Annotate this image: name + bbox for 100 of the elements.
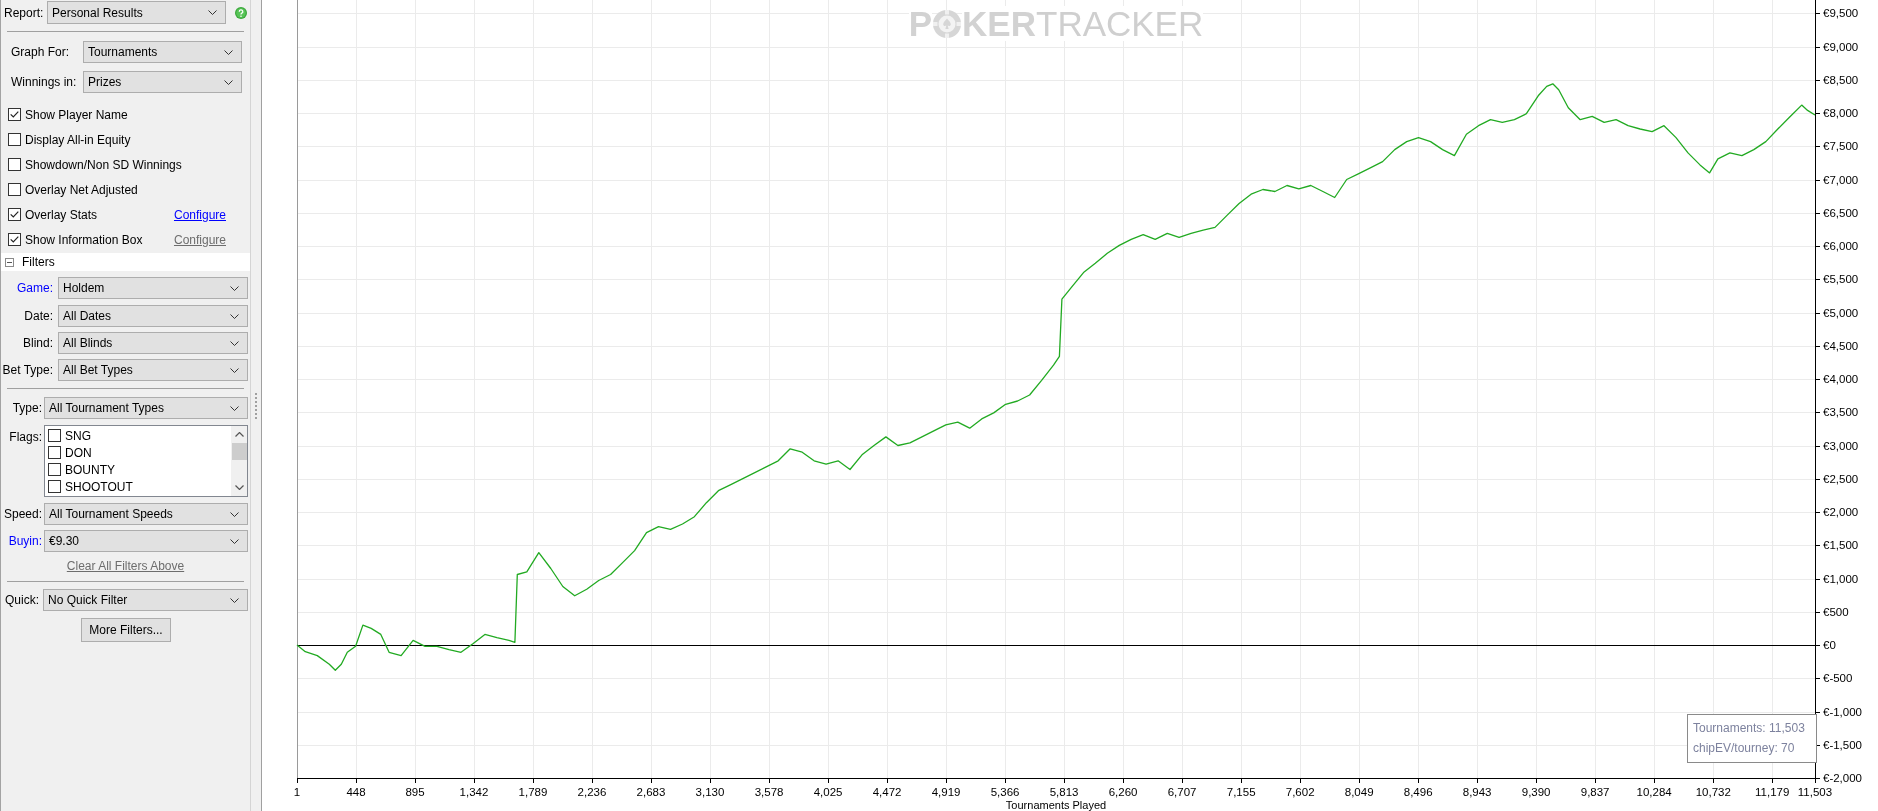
checkbox[interactable] [8, 108, 21, 121]
filter-dropdown[interactable]: All Bet Types [58, 359, 248, 381]
checkbox-label: Overlay Net Adjusted [25, 182, 139, 197]
x-tick-label: 9,390 [1521, 786, 1551, 798]
chevron-icon [208, 10, 217, 15]
scrollbar-thumb[interactable] [231, 443, 247, 460]
more-filters-button[interactable]: More Filters... [81, 618, 171, 642]
configure-link[interactable]: Configure [173, 207, 226, 222]
chevron-icon [224, 79, 233, 85]
scrollbar[interactable] [231, 426, 247, 496]
y-tick-label: €-500 [1823, 672, 1853, 685]
scroll-down-icon[interactable] [234, 485, 244, 490]
field-label: Winnings in: [11, 75, 78, 89]
x-tick-label: 5,813 [1049, 786, 1079, 798]
filter-label: Speed: [2, 507, 42, 521]
checkbox[interactable] [8, 233, 21, 246]
chevron-icon [230, 340, 239, 346]
y-tick-label: €9,500 [1823, 7, 1859, 20]
field-label: Graph For: [11, 45, 71, 59]
x-tick-label: 7,602 [1285, 786, 1315, 798]
filter-dropdown[interactable]: All Dates [58, 305, 248, 327]
x-tick-label: 895 [405, 786, 425, 798]
checkbox-label: Showdown/Non SD Winnings [25, 157, 183, 172]
help-icon[interactable] [235, 6, 247, 19]
x-tick-label: 2,683 [636, 786, 666, 798]
y-tick-label: €6,500 [1823, 206, 1859, 219]
chevron-icon [230, 538, 239, 544]
y-tick-label: €6,000 [1823, 240, 1859, 253]
chevron-icon [230, 511, 239, 517]
quick-filter-dropdown[interactable]: No Quick Filter [43, 589, 248, 611]
x-tick-label: 6,707 [1167, 786, 1197, 798]
chevron-icon [230, 367, 239, 373]
report-dropdown[interactable]: Personal Results [47, 1, 226, 24]
checkbox[interactable] [8, 183, 21, 196]
info-text: chipEV/tourney: 70 [1693, 740, 1796, 757]
checkbox[interactable] [8, 133, 21, 146]
checkbox-label: SHOOTOUT [65, 479, 133, 494]
collapse-icon[interactable] [5, 257, 14, 267]
chevron-icon [230, 597, 239, 603]
splitter-handle[interactable] [255, 392, 257, 419]
chevron-icon [224, 49, 233, 55]
checkbox[interactable] [48, 429, 61, 442]
filter-label: Flags: [8, 429, 42, 444]
filter-dropdown[interactable]: All Blinds [58, 332, 248, 354]
filter-dropdown[interactable]: All Tournament Speeds [44, 503, 248, 525]
filter-dropdown[interactable]: €9.30 [44, 530, 248, 552]
y-tick-label: €-1,000 [1823, 705, 1862, 718]
y-tick-label: €5,000 [1823, 306, 1859, 319]
filter-label: Type: [11, 401, 42, 415]
checkbox-label: DON [65, 445, 92, 460]
x-tick-label: 10,732 [1695, 786, 1731, 798]
filter-label: Blind: [21, 336, 53, 350]
filters-header[interactable]: Filters [1, 253, 250, 271]
checkmark-icon [10, 236, 19, 243]
x-tick-label: 4,472 [872, 786, 902, 798]
x-tick-label: 11,179 [1755, 786, 1790, 798]
y-tick-label: €1,500 [1823, 539, 1859, 552]
checkbox-label: Overlay Stats [25, 207, 99, 222]
y-tick-label: €9,000 [1823, 40, 1859, 53]
y-tick-label: €500 [1823, 605, 1849, 618]
flags-list[interactable]: SNG DON BOUNTY SHOOTOUT [44, 425, 248, 497]
scroll-up-icon[interactable] [234, 432, 244, 437]
y-tick-label: €-1,500 [1823, 738, 1862, 751]
section-title: Filters [22, 255, 55, 269]
x-tick-label: 8,049 [1344, 786, 1374, 798]
y-tick-label: €4,500 [1823, 339, 1859, 352]
checkbox-label: Show Information Box [25, 232, 144, 247]
checkbox-label: SNG [65, 428, 91, 443]
x-tick-label: 1,789 [518, 786, 548, 798]
y-tick-label: €3,000 [1823, 439, 1859, 452]
checkbox[interactable] [48, 446, 61, 459]
x-tick-label: 1,342 [459, 786, 489, 798]
y-tick-label: €-2,000 [1823, 772, 1862, 784]
select-dropdown[interactable]: Tournaments [83, 41, 242, 63]
x-tick-label: 10,284 [1636, 786, 1672, 798]
x-tick-label: 1 [293, 786, 301, 798]
checkmark-icon [10, 111, 19, 118]
filter-label: Quick: [5, 593, 38, 607]
y-tick-label: €5,500 [1823, 273, 1859, 286]
checkbox[interactable] [8, 158, 21, 171]
report-label: Report: [4, 5, 45, 20]
checkbox-label: BOUNTY [65, 462, 115, 477]
y-tick-label: €4,000 [1823, 373, 1859, 386]
chevron-icon [230, 285, 239, 291]
filter-label: Bet Type: [1, 363, 53, 377]
filter-dropdown[interactable]: All Tournament Types [44, 397, 248, 419]
select-dropdown[interactable]: Prizes [83, 71, 242, 93]
checkbox[interactable] [48, 463, 61, 476]
info-text: Tournaments: 11,503 [1693, 720, 1806, 737]
checkbox-label: Display All-in Equity [25, 132, 132, 147]
filter-label: Date: [23, 309, 53, 323]
chevron-icon [230, 405, 239, 411]
x-tick-label: 6,260 [1108, 786, 1138, 798]
filter-dropdown[interactable]: Holdem [58, 277, 248, 299]
x-tick-label: 8,943 [1462, 786, 1492, 798]
checkbox[interactable] [48, 480, 61, 493]
y-tick-label: €2,000 [1823, 506, 1859, 518]
y-tick-label: €0 [1823, 639, 1836, 651]
checkbox[interactable] [8, 208, 21, 221]
x-tick-label: 8,496 [1403, 786, 1433, 798]
